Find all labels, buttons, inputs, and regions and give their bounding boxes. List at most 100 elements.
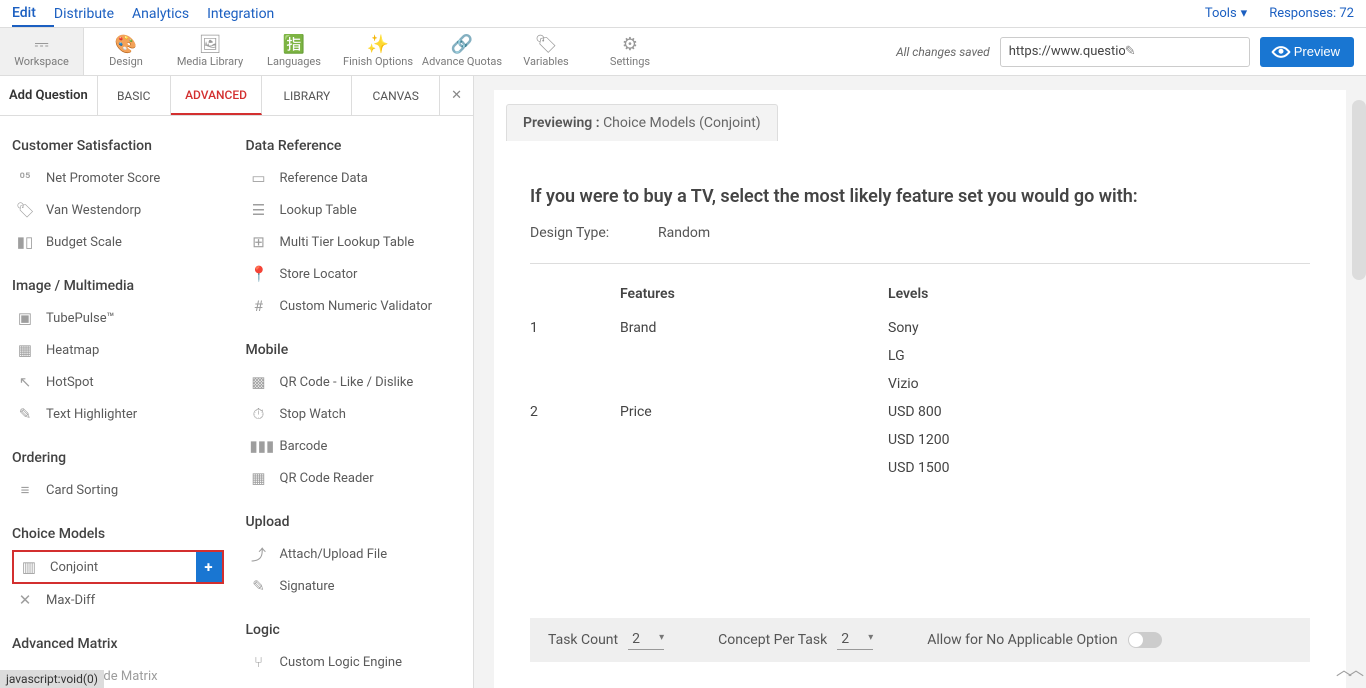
hash-icon: # <box>250 297 268 315</box>
tb-media[interactable]: 🖼Media Library <box>168 28 252 75</box>
upload-icon: ⤴ <box>250 544 268 565</box>
preview-button[interactable]: Preview <box>1260 37 1354 67</box>
add-conjoint-button[interactable]: + <box>196 552 222 582</box>
concept-per-task-select[interactable]: Concept Per Task 2 <box>718 631 873 650</box>
opt-multi-lookup[interactable]: ⊞Multi Tier Lookup Table <box>246 226 464 258</box>
opt-text-highlighter[interactable]: ✎Text Highlighter <box>12 398 224 430</box>
nav-edit[interactable]: Edit <box>12 1 54 27</box>
opt-conjoint[interactable]: ▥Conjoint + <box>12 550 224 584</box>
scroll-top-icon[interactable]: ︿︿ <box>1336 656 1360 680</box>
nav-analytics[interactable]: Analytics <box>132 2 207 26</box>
tag-icon: 🏷 <box>16 201 34 219</box>
opt-signature[interactable]: ✎Signature <box>246 570 464 602</box>
tab-add-question[interactable]: Add Question <box>0 76 98 115</box>
close-icon[interactable]: ✕ <box>440 76 473 115</box>
tb-settings[interactable]: ⚙Settings <box>588 28 672 75</box>
opt-maxdiff[interactable]: ✕Max-Diff <box>12 584 224 616</box>
barcode-icon: ▮▮▮ <box>250 437 268 455</box>
opt-card-sorting[interactable]: ≡Card Sorting <box>12 474 224 506</box>
opt-attach-file[interactable]: ⤴Attach/Upload File <box>246 538 464 570</box>
tab-advanced[interactable]: ADVANCED <box>171 76 263 115</box>
opt-stopwatch[interactable]: ⏱Stop Watch <box>246 398 464 430</box>
nps-icon: ⁰⁵ <box>16 169 34 187</box>
design-type-row: Design Type: Random <box>530 225 1310 241</box>
tools-icon: ✕ <box>16 591 34 609</box>
preview-card: Previewing : Choice Models (Conjoint) If… <box>494 90 1346 688</box>
opt-qr-reader[interactable]: ▦QR Code Reader <box>246 462 464 494</box>
section-customer-satisfaction: Customer Satisfaction <box>12 138 224 154</box>
opt-hotspot[interactable]: ↖HotSpot <box>12 366 224 398</box>
highlighter-icon: ✎ <box>16 405 34 423</box>
section-data-reference: Data Reference <box>246 138 464 154</box>
ref-icon: ▭ <box>250 169 268 187</box>
opt-lookup-table[interactable]: ☰Lookup Table <box>246 194 464 226</box>
link-icon: 🔗 <box>451 36 473 54</box>
feature-row: 2 Price USD 800 <box>530 398 1310 426</box>
pencil-icon[interactable]: ✎ <box>1125 44 1241 59</box>
stopwatch-icon: ⏱ <box>250 405 268 423</box>
tb-languages[interactable]: 🈯Languages <box>252 28 336 75</box>
section-advanced-matrix: Advanced Matrix <box>12 636 224 652</box>
section-image-multimedia: Image / Multimedia <box>12 278 224 294</box>
save-status: All changes saved <box>896 45 990 59</box>
preview-pane: Previewing : Choice Models (Conjoint) If… <box>474 76 1366 688</box>
opt-qr-like[interactable]: ▩QR Code - Like / Dislike <box>246 366 464 398</box>
browser-status: javascript:void(0) <box>0 670 104 688</box>
image-icon: 🖼 <box>199 36 222 54</box>
top-nav: Edit Distribute Analytics Integration To… <box>0 0 1366 28</box>
question-types-panel: Add Question BASIC ADVANCED LIBRARY CANV… <box>0 76 474 688</box>
toolbar: ⎓Workspace 🎨Design 🖼Media Library 🈯Langu… <box>0 28 1366 76</box>
tab-basic[interactable]: BASIC <box>98 76 171 115</box>
hdr-features: Features <box>620 286 888 302</box>
opt-budget-scale[interactable]: ▮▯Budget Scale <box>12 226 224 258</box>
play-icon: ▣ <box>16 309 34 327</box>
nav-integration[interactable]: Integration <box>207 2 292 26</box>
tb-design[interactable]: 🎨Design <box>84 28 168 75</box>
language-icon: 🈯 <box>283 36 305 54</box>
scrollbar[interactable] <box>1352 100 1366 280</box>
table-icon: ☰ <box>250 201 268 219</box>
opt-tubepulse[interactable]: ▣TubePulse™ <box>12 302 224 334</box>
share-url[interactable]: https://www.questionpro.com/t/AO2kvZ ✎ <box>1000 37 1250 67</box>
signature-icon: ✎ <box>250 577 268 595</box>
section-upload: Upload <box>246 514 464 530</box>
branch-icon: ⑂ <box>250 653 268 671</box>
opt-van-westendorp[interactable]: 🏷Van Westendorp <box>12 194 224 226</box>
question-tabs: Add Question BASIC ADVANCED LIBRARY CANV… <box>0 76 473 116</box>
opt-nps[interactable]: ⁰⁵Net Promoter Score <box>12 162 224 194</box>
opt-numeric-validator[interactable]: #Custom Numeric Validator <box>246 290 464 322</box>
sparkle-icon: ✨ <box>367 36 389 54</box>
nav-tools[interactable]: Tools▾ <box>1183 6 1247 21</box>
task-count-select[interactable]: Task Count 2 <box>548 631 664 650</box>
qr-reader-icon: ▦ <box>250 469 268 487</box>
toggle-icon[interactable] <box>1128 632 1162 648</box>
nav-responses[interactable]: Responses: 72 <box>1247 6 1354 21</box>
opt-logic-engine[interactable]: ⑂Custom Logic Engine <box>246 646 464 678</box>
nav-distribute[interactable]: Distribute <box>54 2 132 26</box>
opt-heatmap[interactable]: ▦Heatmap <box>12 334 224 366</box>
gear-icon: ⚙ <box>622 36 638 54</box>
opt-store-locator[interactable]: 📍Store Locator <box>246 258 464 290</box>
pin-icon: 📍 <box>250 265 268 283</box>
level-value: LG <box>530 342 1310 370</box>
share-url-text: https://www.questionpro.com/t/AO2kvZ <box>1009 44 1125 59</box>
tab-library[interactable]: LIBRARY <box>262 76 352 115</box>
section-logic: Logic <box>246 622 464 638</box>
allow-na-toggle[interactable]: Allow for No Applicable Option <box>927 632 1161 648</box>
config-bar: Task Count 2 Concept Per Task 2 Allow fo… <box>530 618 1310 662</box>
tb-workspace[interactable]: ⎓Workspace <box>0 28 84 75</box>
section-choice-models: Choice Models <box>12 526 224 542</box>
tb-finish[interactable]: ✨Finish Options <box>336 28 420 75</box>
workspace-icon: ⎓ <box>34 36 48 54</box>
eye-icon <box>1271 42 1291 62</box>
bars-icon: ▮▯ <box>16 233 34 251</box>
palette-icon: 🎨 <box>115 36 137 54</box>
tb-variables[interactable]: 🏷Variables <box>504 28 588 75</box>
conjoint-icon: ▥ <box>20 558 38 576</box>
opt-barcode[interactable]: ▮▮▮Barcode <box>246 430 464 462</box>
tb-quotas[interactable]: 🔗Advance Quotas <box>420 28 504 75</box>
section-mobile: Mobile <box>246 342 464 358</box>
opt-reference-data[interactable]: ▭Reference Data <box>246 162 464 194</box>
tab-canvas[interactable]: CANVAS <box>352 76 440 115</box>
heatmap-icon: ▦ <box>16 341 34 359</box>
